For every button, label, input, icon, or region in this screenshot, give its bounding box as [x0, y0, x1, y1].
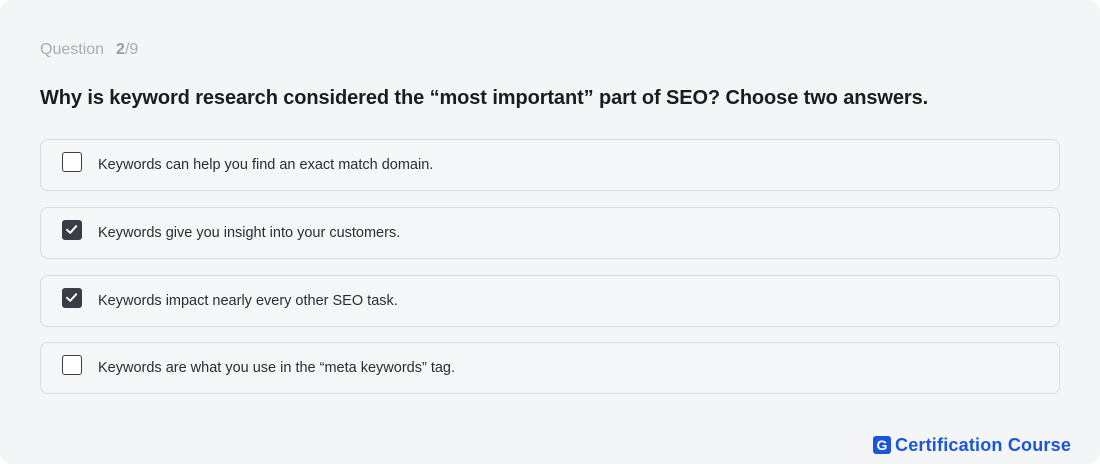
answer-option-2[interactable]: Keywords give you insight into your cust… — [40, 207, 1060, 259]
answer-option-label: Keywords impact nearly every other SEO t… — [98, 293, 398, 309]
answer-option-label: Keywords can help you find an exact matc… — [98, 157, 434, 173]
checkbox-unchecked-icon[interactable] — [62, 152, 82, 172]
answer-option-3[interactable]: Keywords impact nearly every other SEO t… — [40, 275, 1060, 327]
answer-option-label: Keywords give you insight into your cust… — [98, 225, 401, 241]
brand-logo: G Certification Course — [873, 435, 1071, 455]
question-current-number: 2 — [116, 41, 125, 58]
answer-option-4[interactable]: Keywords are what you use in the “meta k… — [40, 342, 1060, 394]
checkbox-unchecked-icon[interactable] — [62, 355, 82, 375]
checkmark-icon — [66, 293, 78, 302]
question-total: /9 — [124, 41, 139, 58]
answer-option-1[interactable]: Keywords can help you find an exact matc… — [40, 139, 1060, 191]
checkbox-checked-icon[interactable] — [62, 220, 82, 240]
question-title: Why is keyword research considered the “… — [40, 87, 929, 109]
checkbox-checked-icon[interactable] — [62, 288, 82, 308]
checkmark-icon — [66, 225, 78, 234]
answer-option-label: Keywords are what you use in the “meta k… — [98, 360, 456, 376]
brand-name: Certification Course — [895, 434, 1072, 455]
question-counter: Question 2/9 — [40, 40, 138, 60]
quiz-card: Question 2/9 Why is keyword research cons… — [0, 0, 1100, 464]
brand-logo-icon: G — [873, 436, 891, 454]
question-counter-label: Question — [40, 41, 105, 58]
